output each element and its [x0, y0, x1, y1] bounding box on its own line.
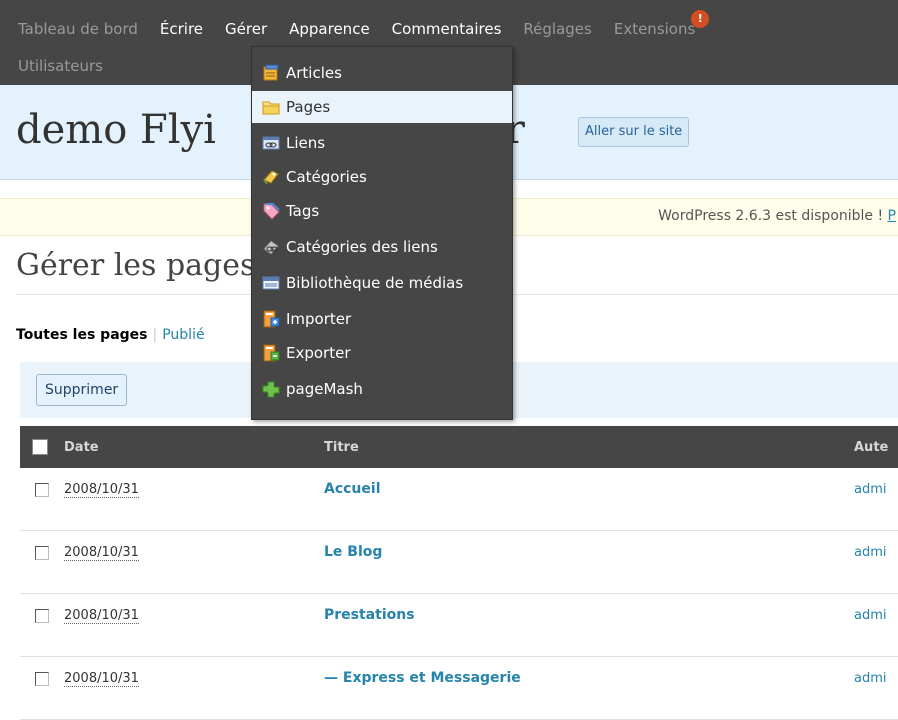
- column-title: Titre: [324, 440, 359, 455]
- filter-separator: |: [152, 327, 158, 343]
- menu-item-label: Catégories: [286, 168, 367, 186]
- menu-item-label: Importer: [286, 310, 352, 328]
- links-icon: [262, 134, 280, 152]
- filter-published[interactable]: Publié: [162, 327, 204, 343]
- tags-icon: [262, 202, 280, 220]
- menu-item-label: Articles: [286, 64, 342, 82]
- menu-item-media-library[interactable]: Bibliothèque de médias: [252, 267, 512, 299]
- categories-icon: [262, 168, 280, 186]
- nav-dashboard[interactable]: Tableau de bord: [18, 20, 138, 38]
- menu-item-label: pageMash: [286, 380, 363, 398]
- menu-item-export[interactable]: Exporter: [252, 337, 512, 369]
- nav-users[interactable]: Utilisateurs: [18, 57, 103, 75]
- visit-site-button[interactable]: Aller sur le site: [578, 117, 690, 147]
- menu-item-label: Pages: [286, 98, 331, 116]
- nav-plugins[interactable]: Extensions !: [613, 10, 710, 38]
- row-title-link[interactable]: Prestations: [324, 607, 415, 623]
- status-filters: Toutes les pages | Publié: [16, 327, 205, 343]
- menu-item-label: Exporter: [286, 344, 351, 362]
- nav-design[interactable]: Apparence: [289, 20, 370, 38]
- menu-item-pages[interactable]: Pages: [252, 91, 512, 123]
- page-title: Gérer les pages: [16, 248, 256, 283]
- column-date: Date: [64, 440, 99, 455]
- row-author-link[interactable]: admi: [854, 608, 887, 623]
- row-date: 2008/10/31: [64, 482, 139, 498]
- table-row: 2008/10/31 Le Blog admi: [20, 531, 898, 594]
- row-author-link[interactable]: admi: [854, 545, 887, 560]
- pages-table: Date Titre Aute 2008/10/31 Accueil admi …: [20, 426, 898, 720]
- row-title-link[interactable]: Accueil: [324, 481, 381, 497]
- filter-all-pages[interactable]: Toutes les pages: [16, 327, 148, 343]
- nav-manage[interactable]: Gérer: [225, 20, 267, 38]
- row-checkbox[interactable]: [35, 609, 49, 623]
- manage-dropdown-menu: Articles Pages Liens Catégories Tags Cat…: [251, 46, 513, 420]
- import-icon: [262, 310, 280, 328]
- row-date: 2008/10/31: [64, 608, 139, 624]
- pages-icon: [262, 98, 280, 116]
- menu-item-categories[interactable]: Catégories: [252, 161, 512, 193]
- row-checkbox[interactable]: [35, 483, 49, 497]
- admin-menu-row-1: Tableau de bord Écrire Gérer Apparence C…: [0, 10, 710, 43]
- menu-item-import[interactable]: Importer: [252, 303, 512, 335]
- row-checkbox[interactable]: [35, 546, 49, 560]
- select-all-checkbox[interactable]: [32, 439, 48, 455]
- nav-write[interactable]: Écrire: [160, 20, 203, 38]
- nav-settings[interactable]: Réglages: [523, 20, 591, 38]
- nav-comments[interactable]: Commentaires: [392, 20, 502, 38]
- table-row: 2008/10/31 — Express et Messagerie admi: [20, 657, 898, 720]
- update-notice-message: WordPress 2.6.3 est disponible !: [658, 208, 888, 224]
- menu-item-pagemash[interactable]: pageMash: [252, 373, 512, 405]
- table-header: Date Titre Aute: [20, 426, 898, 468]
- update-badge: !: [691, 10, 710, 28]
- column-author: Aute: [854, 440, 889, 455]
- menu-item-label: Liens: [286, 134, 326, 152]
- row-author-link[interactable]: admi: [854, 482, 887, 497]
- pagemash-icon: [262, 380, 280, 398]
- menu-item-articles[interactable]: Articles: [252, 57, 512, 89]
- row-date: 2008/10/31: [64, 545, 139, 561]
- articles-icon: [262, 64, 280, 82]
- delete-button[interactable]: Supprimer: [36, 374, 128, 406]
- table-row: 2008/10/31 Accueil admi: [20, 468, 898, 531]
- link-categories-icon: [262, 238, 280, 256]
- menu-item-link-categories[interactable]: Catégories des liens: [252, 231, 512, 263]
- update-notice-link[interactable]: P: [888, 208, 896, 224]
- nav-plugins-label: Extensions: [613, 20, 696, 38]
- site-title-visible-start: demo Flyi: [16, 107, 216, 153]
- update-notice-text: WordPress 2.6.3 est disponible ! P: [658, 208, 896, 224]
- menu-item-tags[interactable]: Tags: [252, 195, 512, 227]
- menu-item-label: Tags: [286, 202, 320, 220]
- export-icon: [262, 344, 280, 362]
- row-title-link[interactable]: Le Blog: [324, 544, 382, 560]
- admin-menu-row-2: Utilisateurs: [0, 52, 107, 80]
- menu-item-label: Catégories des liens: [286, 238, 438, 256]
- menu-item-label: Bibliothèque de médias: [286, 274, 464, 292]
- media-library-icon: [262, 274, 280, 292]
- row-date: 2008/10/31: [64, 671, 139, 687]
- table-row: 2008/10/31 Prestations admi: [20, 594, 898, 657]
- menu-item-links[interactable]: Liens: [252, 127, 512, 159]
